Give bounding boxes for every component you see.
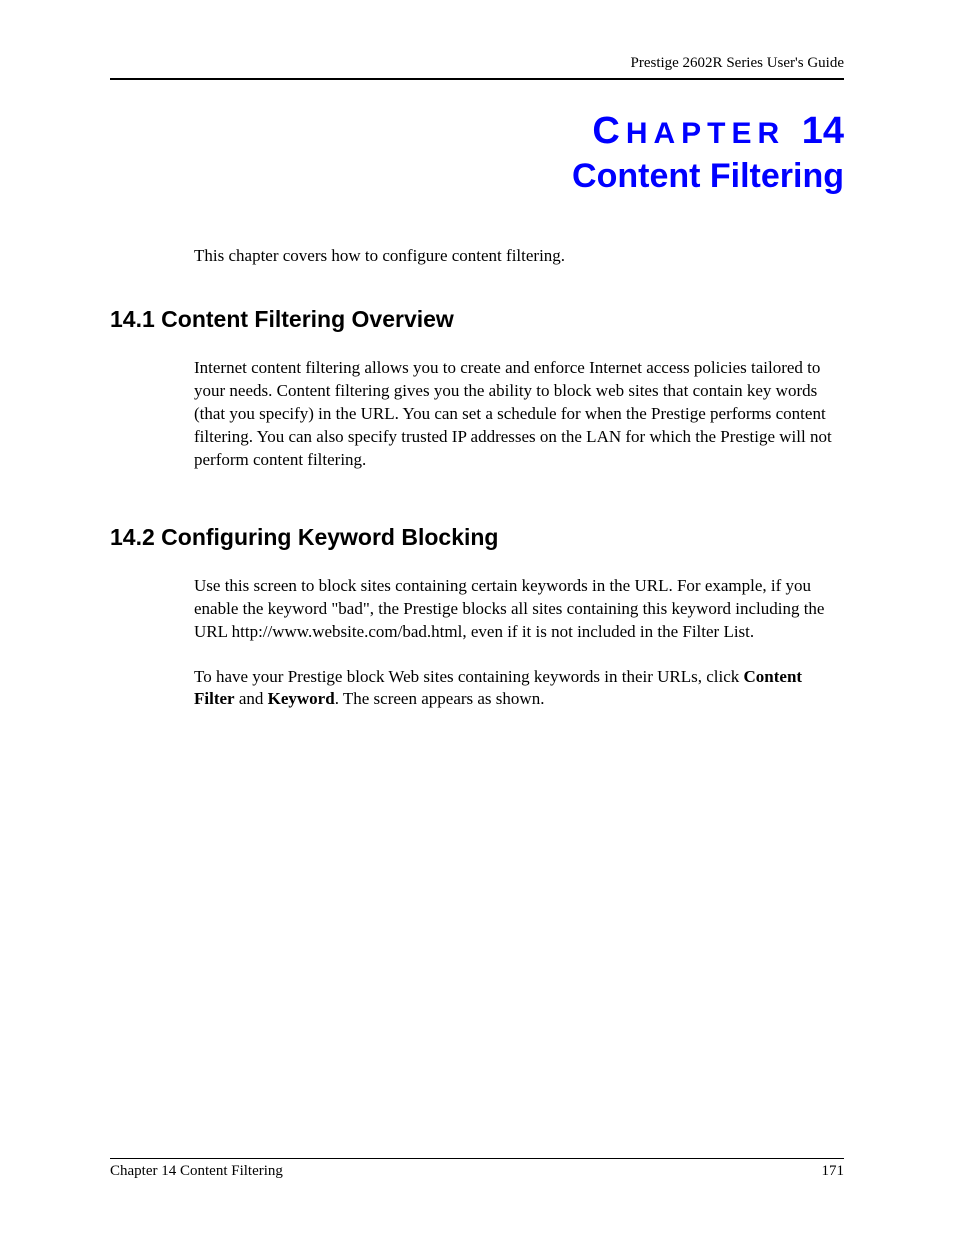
- para2-mid: and: [235, 689, 268, 708]
- footer-left: Chapter 14 Content Filtering: [110, 1163, 283, 1180]
- section-2-para-1: Use this screen to block sites containin…: [110, 575, 844, 644]
- section-2-para-2: To have your Prestige block Web sites co…: [110, 666, 844, 712]
- section-heading-2: 14.2 Configuring Keyword Blocking: [110, 524, 844, 551]
- chapter-intro: This chapter covers how to configure con…: [110, 246, 844, 266]
- running-header: Prestige 2602R Series User's Guide: [110, 55, 844, 72]
- chapter-label-first: C: [592, 110, 625, 152]
- para2-pre: To have your Prestige block Web sites co…: [194, 667, 744, 686]
- section-1-para-1: Internet content filtering allows you to…: [110, 357, 844, 472]
- footer-page-number: 171: [822, 1163, 845, 1180]
- page-footer: Chapter 14 Content Filtering 171: [110, 1158, 844, 1180]
- chapter-label-rest: HAPTER: [626, 117, 785, 150]
- chapter-label: CHAPTER 14: [110, 110, 844, 153]
- footer-rule: [110, 1158, 844, 1159]
- chapter-title: Content Filtering: [110, 157, 844, 196]
- header-rule: [110, 78, 844, 80]
- para2-post: . The screen appears as shown.: [335, 689, 545, 708]
- section-heading-1: 14.1 Content Filtering Overview: [110, 306, 844, 333]
- para2-bold2: Keyword: [268, 689, 335, 708]
- chapter-number: 14: [802, 110, 844, 152]
